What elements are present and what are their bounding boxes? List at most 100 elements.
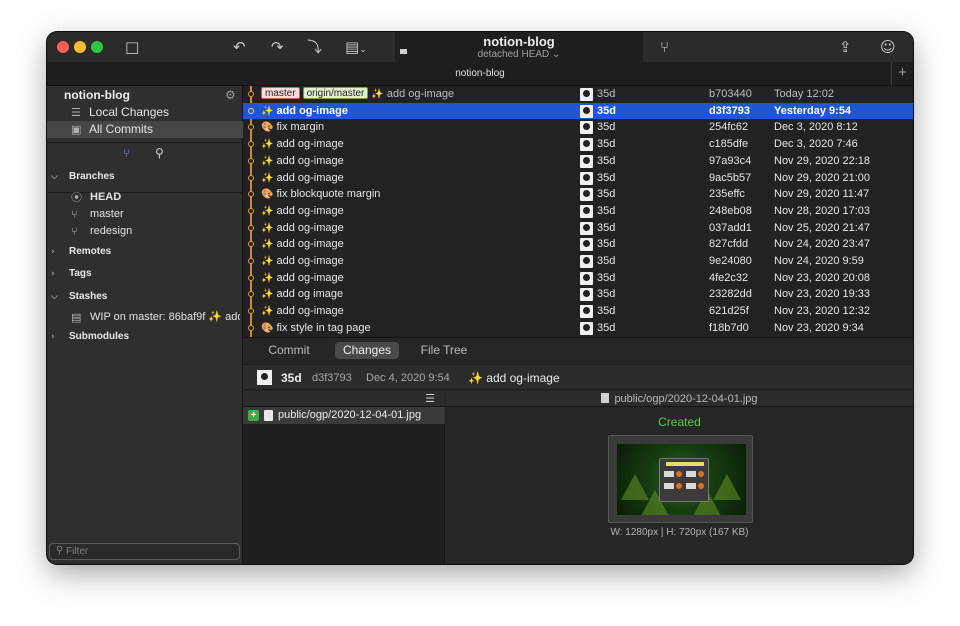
head-state: detached HEAD ⌄ <box>477 49 561 60</box>
share-icon[interactable]: ⇪ <box>839 38 852 56</box>
redo-icon[interactable]: ↷ <box>271 38 284 56</box>
commit-row[interactable]: ✨ add og-image 35d 827cfdd Nov 24, 2020 23:4… <box>243 236 913 253</box>
section-label: Stashes <box>69 291 108 302</box>
commit-row[interactable]: ✨ add og-image 35d 9e24080 Nov 24, 2020 9:59 <box>243 253 913 270</box>
commit-sha: d3f3793 <box>709 104 750 117</box>
section-label: Remotes <box>69 246 112 257</box>
avatar <box>580 255 593 268</box>
list-menu-icon[interactable]: ☰ <box>425 392 435 405</box>
minimize-window-button[interactable] <box>74 41 86 53</box>
undo-icon[interactable]: ↶ <box>233 38 246 56</box>
sidebar-toggle-icon[interactable]: □ <box>125 38 139 56</box>
commit-date: Dec 3, 2020 8:12 <box>774 121 858 134</box>
gitmoji-icon: ✨ <box>261 239 274 251</box>
branch-label: redesign <box>90 225 133 237</box>
commit-sha[interactable]: d3f3793 <box>312 372 352 384</box>
filter-input[interactable] <box>66 545 236 558</box>
added-status-icon: + <box>248 410 259 421</box>
commit-sha: 9ac5b57 <box>709 171 752 184</box>
gitmoji-icon: ✨ <box>261 172 274 184</box>
commit-row[interactable]: ✨ add og-image 35d 9ac5b57 Nov 29, 2020 21:0… <box>243 170 913 187</box>
sidebar-item-label: Local Changes <box>89 105 170 119</box>
branch-item-master[interactable]: ⑂ master <box>47 206 243 223</box>
commit-row[interactable]: master origin/master ✨ add og-image 35d b7034… <box>243 86 913 103</box>
commit-message-text: add og-image <box>386 88 455 100</box>
commit-node-icon <box>248 107 254 114</box>
commit-row[interactable]: ✨ add og-image 35d 97a93c4 Nov 29, 2020 22:1… <box>243 153 913 170</box>
stash-icon[interactable]: ▤⌄ <box>345 38 367 59</box>
commit-row[interactable]: 🎨 fix blockquote margin 35d 235effc Nov 29, … <box>243 186 913 203</box>
zoom-window-button[interactable] <box>91 41 103 53</box>
commit-node-icon <box>248 207 254 214</box>
section-submodules[interactable]: › Submodules <box>47 330 243 344</box>
branch-item-redesign[interactable]: ⑂ redesign <box>47 223 243 240</box>
commit-node-icon <box>248 124 254 131</box>
gitmoji-icon: ✨ <box>261 139 274 151</box>
gitmoji-icon: ✨ <box>261 222 274 234</box>
gear-icon[interactable]: ⚙ <box>225 88 236 102</box>
feedback-icon[interactable]: ☺ <box>880 38 896 56</box>
commit-row[interactable]: ✨ add og-image 35d d3f3793 Yesterday 9:54 <box>243 102 913 120</box>
file-row[interactable]: + public/ogp/2020-12-04-01.jpg <box>243 407 445 424</box>
gitmoji-icon: ✨ <box>261 272 274 284</box>
commit-row[interactable]: 🎨 fix margin 35d 254fc62 Dec 3, 2020 8:12 <box>243 119 913 136</box>
commit-sha: c185dfe <box>709 138 749 151</box>
repo-switcher[interactable]: notion-blog detached HEAD ⌄ <box>395 32 643 62</box>
commit-sha: f18b7d0 <box>709 321 749 334</box>
tab-changes[interactable]: Changes <box>335 342 399 359</box>
commit-sha: 827cfdd <box>709 238 749 251</box>
tab-notion-blog[interactable]: notion-blog <box>47 68 913 79</box>
branch-item-head[interactable]: ⦿ HEAD <box>47 189 243 206</box>
new-tab-button[interactable]: + <box>891 62 913 86</box>
local-branch-badge[interactable]: master <box>261 87 300 99</box>
commit-row[interactable]: ✨ add og-image 35d 4fe2c32 Nov 23, 2020 20:0… <box>243 270 913 287</box>
commit-author: 35d <box>597 238 616 251</box>
commit-message-text: add og-image <box>276 305 344 318</box>
commit-message-text: add og-image <box>276 154 344 167</box>
section-branches[interactable]: ⌵ Branches <box>47 170 243 184</box>
gitmoji-icon: ✨ <box>261 205 274 217</box>
avatar <box>580 88 593 101</box>
commit-row[interactable]: ✨ add og-image 35d 248eb08 Nov 28, 2020 17:0… <box>243 203 913 220</box>
commit-message-text: fix style in tag page <box>276 321 371 334</box>
sidebar-item-local-changes[interactable]: ☰ Local Changes <box>47 104 243 121</box>
tab-commit[interactable]: Commit <box>259 342 319 359</box>
commit-row[interactable]: ✨ add og-image 35d 037add1 Nov 25, 2020 21:4… <box>243 220 913 237</box>
section-stashes[interactable]: ⌵ Stashes <box>47 290 243 304</box>
branch-icon[interactable]: ⑂ <box>660 38 669 56</box>
stash-item[interactable]: ▤ WIP on master: 86baf9f ✨ add og-image <box>47 309 243 326</box>
commit-date: Nov 24, 2020 9:59 <box>774 255 864 267</box>
commit-sha: 4fe2c32 <box>709 271 749 284</box>
file-icon <box>601 393 610 403</box>
pull-icon[interactable]: ⤵ <box>307 38 322 56</box>
commit-row[interactable]: ✨ add og-image 35d 621d25f Nov 23, 2020 12:3… <box>243 303 913 320</box>
divider <box>47 142 243 143</box>
image-preview[interactable] <box>608 435 753 523</box>
commit-sha: 235effc <box>709 188 745 201</box>
commit-node-icon <box>248 291 254 298</box>
commit-row[interactable]: ✨ add og image 35d 23282dd Nov 23, 2020 19:3… <box>243 286 913 303</box>
section-remotes[interactable]: › Remotes <box>47 245 243 259</box>
sidebar-item-all-commits[interactable]: ▣ All Commits <box>47 121 243 138</box>
commit-author: 35d <box>597 271 616 284</box>
close-window-button[interactable] <box>57 41 69 53</box>
commit-message-text: add og-image <box>276 204 344 217</box>
remote-branch-badge[interactable]: origin/master <box>302 87 369 99</box>
commit-row[interactable]: 🎨 fix style in tag page 35d f18b7d0 Nov 23, … <box>243 320 913 337</box>
file-status: Created <box>658 415 701 429</box>
commit-row[interactable]: ✨ add og-image 35d c185dfe Dec 3, 2020 7:46 <box>243 136 913 153</box>
branch-view-icon[interactable]: ⑂ <box>123 146 130 160</box>
commit-message-text: fix margin <box>276 121 325 134</box>
search-icon[interactable]: ⚲ <box>155 146 164 160</box>
commit-sha: 248eb08 <box>709 204 752 217</box>
commit-message: ✨ add og-image <box>468 371 560 385</box>
filter-field[interactable]: ⚲ <box>49 543 240 560</box>
avatar <box>580 271 593 285</box>
tab-file-tree[interactable]: File Tree <box>413 342 475 359</box>
commit-message: ✨ add og-image <box>261 203 344 220</box>
search-icon: ⚲ <box>56 545 64 556</box>
sidebar-mode-switcher: ⑂ ⚲ <box>47 146 243 164</box>
section-label: Tags <box>69 268 92 279</box>
section-tags[interactable]: › Tags <box>47 267 243 281</box>
avatar <box>580 305 593 319</box>
